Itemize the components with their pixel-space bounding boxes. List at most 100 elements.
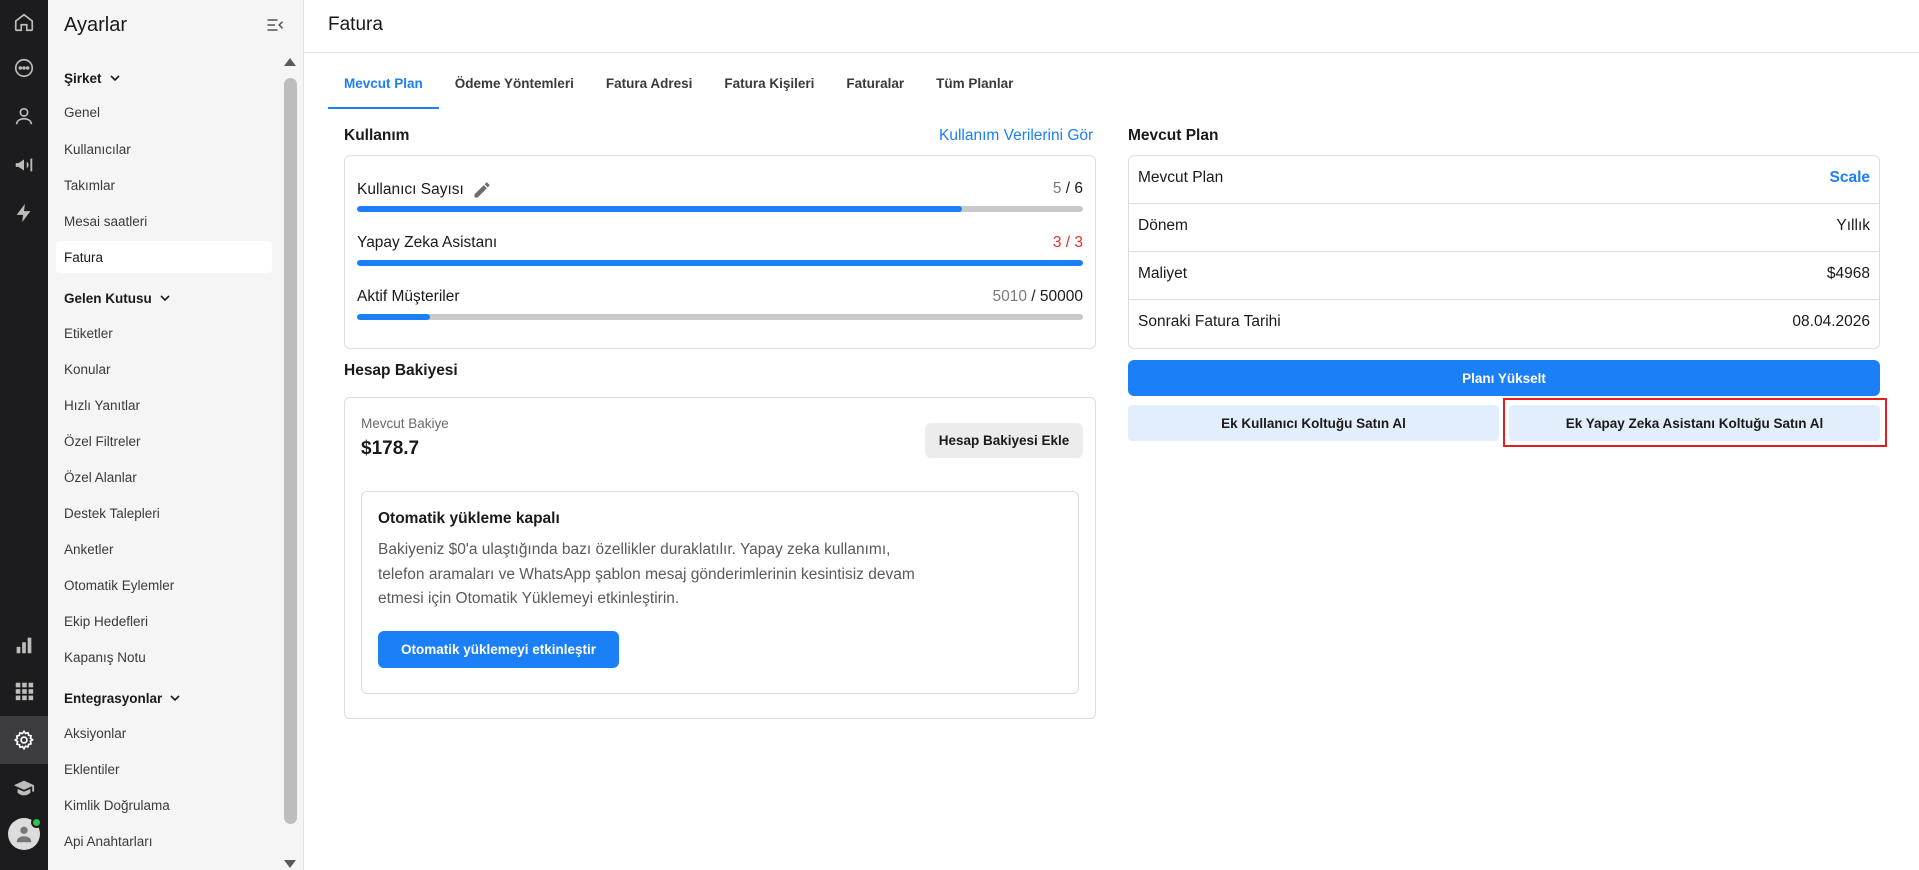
highlight-box [1503, 398, 1887, 447]
sidebar-item-ozel-alanlar[interactable]: Özel Alanlar [56, 461, 272, 493]
page-title: Fatura [328, 14, 383, 35]
sidebar-item-etiketler[interactable]: Etiketler [56, 317, 272, 349]
plan-card: Mevcut Plan Scale Dönem Yıllık Maliyet $… [1128, 155, 1880, 349]
sidebar-scrollbar-thumb[interactable] [284, 78, 297, 824]
usage-customers-sep: / [1026, 288, 1040, 305]
buy-user-seat-button[interactable]: Ek Kullanıcı Koltuğu Satın Al [1128, 405, 1499, 441]
group-company[interactable]: Şirket [64, 70, 123, 86]
usage-bar-active-customers [357, 314, 1083, 320]
tab-odeme-yontemleri[interactable]: Ödeme Yöntemleri [439, 64, 590, 109]
auto-topup-title: Otomatik yükleme kapalı [378, 510, 560, 527]
settings-gear-icon[interactable] [0, 716, 48, 764]
usage-label-ai-assistant: Yapay Zeka Asistanı [357, 234, 497, 252]
usage-label-active-customers: Aktif Müşteriler [357, 288, 460, 306]
usage-customers-total: 50000 [1039, 288, 1083, 305]
enable-auto-topup-button[interactable]: Otomatik yüklemeyi etkinleştir [378, 631, 619, 668]
sidebar-item-ozel-filtreler[interactable]: Özel Filtreler [56, 425, 272, 457]
sidebar-item-anketler[interactable]: Anketler [56, 533, 272, 565]
usage-users-sep: / [1061, 180, 1075, 197]
usage-users-label: Kullanıcı Sayısı [357, 181, 464, 198]
group-company-label: Şirket [64, 70, 102, 86]
usage-card: Kullanıcı Sayısı 5 / 6 Yapay Zeka Asista… [344, 155, 1096, 349]
sidebar-item-hizli-yanitlar[interactable]: Hızlı Yanıtlar [56, 389, 272, 421]
page-header: Fatura [304, 0, 1919, 53]
usage-ai-label: Yapay Zeka Asistanı [357, 234, 498, 251]
scroll-up-arrow[interactable] [284, 58, 296, 66]
app: Ayarlar Şirket Genel Kullanıcılar Takıml… [0, 0, 1919, 870]
sidebar-item-takimlar[interactable]: Takımlar [56, 169, 272, 201]
plan-row-period: Dönem Yıllık [1129, 204, 1879, 252]
usage-bar-ai-fill [357, 260, 1083, 266]
edit-pencil-icon[interactable] [472, 180, 492, 200]
plan-row-next-invoice: Sonraki Fatura Tarihi 08.04.2026 [1129, 300, 1879, 348]
tab-fatura-kisileri[interactable]: Fatura Kişileri [708, 64, 830, 109]
sidebar-item-otomatik-eylemler[interactable]: Otomatik Eylemler [56, 569, 272, 601]
group-integrations[interactable]: Entegrasyonlar [64, 690, 183, 706]
plan-value-current: Scale [1829, 169, 1870, 186]
plan-row-cost: Maliyet $4968 [1129, 252, 1879, 300]
sidebar-item-genel[interactable]: Genel [56, 96, 272, 128]
contacts-icon[interactable] [0, 94, 48, 138]
usage-title: Kullanım [344, 127, 410, 144]
apps-grid-icon[interactable] [0, 669, 48, 713]
user-avatar[interactable] [8, 817, 42, 850]
settings-sidebar: Ayarlar Şirket Genel Kullanıcılar Takıml… [48, 0, 304, 870]
sidebar-item-eklentiler[interactable]: Eklentiler [56, 753, 272, 785]
home-icon[interactable] [0, 0, 48, 44]
plan-key-cost: Maliyet [1138, 265, 1188, 282]
upgrade-plan-button[interactable]: Planı Yükselt [1128, 360, 1880, 396]
reports-icon[interactable] [0, 623, 48, 667]
auto-topup-card: Otomatik yükleme kapalı Bakiyeniz $0'a u… [361, 491, 1079, 694]
chevron-down-icon [160, 295, 170, 302]
plan-key-next-invoice: Sonraki Fatura Tarihi [1138, 313, 1281, 330]
sidebar-item-kimlik-dogrulama[interactable]: Kimlik Doğrulama [56, 789, 272, 821]
usage-label-users: Kullanıcı Sayısı [357, 180, 492, 200]
academy-cap-icon[interactable] [0, 766, 48, 810]
chevron-down-icon [109, 75, 120, 82]
usage-users-total: 6 [1074, 180, 1083, 197]
usage-count-active-customers: 5010 / 50000 [992, 288, 1083, 306]
current-balance-value: $178.7 [361, 438, 420, 459]
megaphone-icon[interactable] [0, 143, 48, 187]
tab-fatura-adresi[interactable]: Fatura Adresi [590, 64, 709, 109]
chat-icon[interactable] [0, 46, 48, 90]
sidebar-item-kullanicilar[interactable]: Kullanıcılar [56, 133, 272, 165]
sidebar-title: Ayarlar [64, 14, 127, 36]
sidebar-item-ekip-hedefleri[interactable]: Ekip Hedefleri [56, 605, 272, 637]
plan-key-period: Dönem [1138, 217, 1188, 234]
online-status-dot [31, 817, 42, 828]
balance-title: Hesap Bakiyesi [344, 362, 458, 379]
billing-tabs: Mevcut Plan Ödeme Yöntemleri Fatura Adre… [328, 64, 1029, 109]
tab-mevcut-plan[interactable]: Mevcut Plan [328, 64, 439, 109]
usage-customers-used: 5010 [992, 288, 1027, 305]
plan-value-cost: $4968 [1826, 265, 1870, 282]
sidebar-item-api-anahtarlari[interactable]: Api Anahtarları [56, 825, 272, 857]
usage-ai-sep: / [1061, 234, 1075, 251]
main-content: Fatura Mevcut Plan Ödeme Yöntemleri Fatu… [304, 0, 1919, 870]
usage-bar-users [357, 206, 1083, 212]
usage-bar-customers-fill [357, 314, 430, 320]
sidebar-item-destek-talepleri[interactable]: Destek Talepleri [56, 497, 272, 529]
sidebar-item-aksiyonlar[interactable]: Aksiyonlar [56, 717, 272, 749]
view-usage-data-link[interactable]: Kullanım Verilerini Gör [939, 127, 1093, 145]
group-inbox-label: Gelen Kutusu [64, 290, 152, 306]
add-balance-button[interactable]: Hesap Bakiyesi Ekle [925, 423, 1083, 458]
sidebar-item-konular[interactable]: Konular [56, 353, 272, 385]
current-balance-label: Mevcut Bakiye [361, 416, 449, 431]
sidebar-item-mesai-saatleri[interactable]: Mesai saatleri [56, 205, 272, 237]
auto-topup-description: Bakiyeniz $0'a ulaştığında bazı özellikl… [378, 541, 915, 607]
group-integrations-label: Entegrasyonlar [64, 690, 163, 706]
lightning-icon[interactable] [0, 191, 48, 235]
sidebar-item-kapanis-notu[interactable]: Kapanış Notu [56, 641, 272, 673]
tab-tum-planlar[interactable]: Tüm Planlar [920, 64, 1029, 109]
tab-faturalar[interactable]: Faturalar [830, 64, 920, 109]
group-inbox[interactable]: Gelen Kutusu [64, 290, 173, 306]
plan-title: Mevcut Plan [1128, 127, 1219, 144]
icon-rail [0, 0, 48, 870]
scroll-down-arrow[interactable] [284, 860, 296, 868]
plan-value-period: Yıllık [1836, 217, 1870, 234]
collapse-sidebar-icon[interactable] [264, 14, 286, 36]
sidebar-item-fatura[interactable]: Fatura [56, 241, 272, 273]
chevron-down-icon [170, 695, 180, 702]
usage-ai-total: 3 [1074, 234, 1083, 251]
